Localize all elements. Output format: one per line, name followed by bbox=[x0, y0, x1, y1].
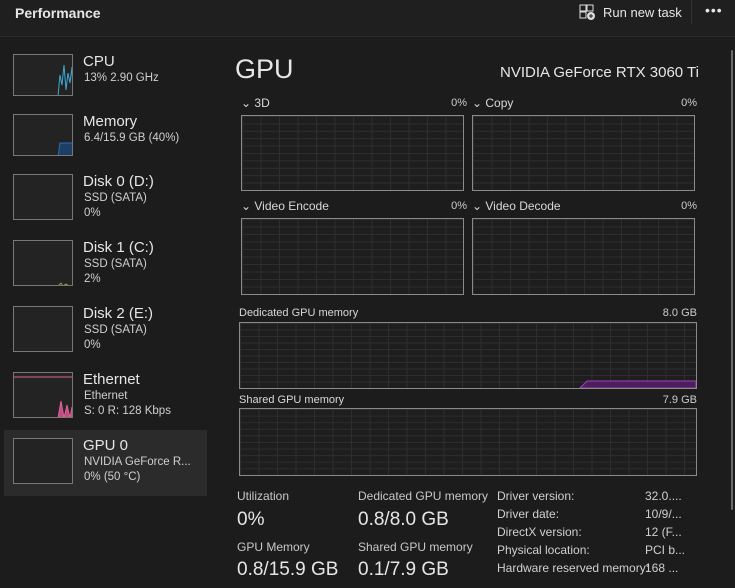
item-name: Ethernet bbox=[83, 371, 140, 388]
sidebar-item-gpu-0[interactable]: GPU 0 NVIDIA GeForce R... 0% (50 °C) bbox=[4, 430, 207, 496]
ethernet-thumbnail-graph bbox=[13, 372, 73, 418]
gpu-thumbnail-graph bbox=[13, 438, 73, 484]
directx-version-label: DirectX version: bbox=[497, 525, 582, 539]
engine-video-decode-graph bbox=[472, 218, 695, 295]
shared-memory-stat-label: Shared GPU memory bbox=[358, 540, 473, 554]
more-options-button[interactable]: ••• bbox=[705, 2, 723, 18]
sidebar-item-memory[interactable]: Memory 6.4/15.9 GB (40%) bbox=[4, 113, 207, 180]
utilization-value: 0% bbox=[237, 509, 265, 530]
divider bbox=[691, 0, 692, 24]
engine-video-decode-selector[interactable]: ⌄ Video Decode bbox=[472, 199, 561, 213]
sidebar-item-disk-0[interactable]: Disk 0 (D:) SSD (SATA) 0% bbox=[4, 173, 207, 240]
sidebar-item-cpu[interactable]: CPU 13% 2.90 GHz bbox=[4, 53, 207, 120]
physical-location-value: PCI b... bbox=[645, 543, 686, 557]
run-new-task-button[interactable]: Run new task bbox=[579, 4, 682, 20]
reserved-memory-value: 168 ... bbox=[645, 561, 679, 575]
dedicated-memory-label: Dedicated GPU memory bbox=[239, 307, 359, 319]
item-name: Disk 0 (D:) bbox=[83, 173, 154, 190]
item-value: 0% bbox=[84, 339, 101, 351]
engine-copy-selector[interactable]: ⌄ Copy bbox=[472, 96, 513, 110]
title-bar: Performance Run new task ••• bbox=[0, 0, 735, 37]
item-detail: NVIDIA GeForce R... bbox=[84, 456, 191, 468]
disk-thumbnail-graph bbox=[13, 306, 73, 352]
shared-memory-max: 7.9 GB bbox=[662, 394, 697, 406]
dedicated-memory-graph bbox=[239, 322, 697, 389]
dedicated-memory-max: 8.0 GB bbox=[662, 307, 697, 319]
gpu-memory-value: 0.8/15.9 GB bbox=[237, 559, 339, 580]
item-name: Disk 2 (E:) bbox=[83, 305, 154, 322]
engine-video-encode-graph bbox=[241, 218, 464, 295]
item-detail: 13% 2.90 GHz bbox=[84, 72, 159, 84]
scrollbar[interactable] bbox=[731, 50, 733, 510]
engine-video-encode-pct: 0% bbox=[451, 200, 467, 212]
engine-copy-pct: 0% bbox=[681, 97, 697, 109]
sidebar-item-disk-2[interactable]: Disk 2 (E:) SSD (SATA) 0% bbox=[4, 305, 207, 372]
item-detail: SSD (SATA) bbox=[84, 192, 147, 204]
gpu-panel: GPU NVIDIA GeForce RTX 3060 Ti ⌄ 3D 0% ⌄… bbox=[215, 38, 735, 588]
memory-thumbnail-graph bbox=[13, 114, 73, 156]
shared-memory-label: Shared GPU memory bbox=[239, 394, 345, 406]
gpu-model: NVIDIA GeForce RTX 3060 Ti bbox=[500, 64, 699, 81]
driver-version-label: Driver version: bbox=[497, 489, 575, 503]
reserved-memory-label: Hardware reserved memory: bbox=[497, 561, 650, 575]
item-value: 0% (50 °C) bbox=[84, 471, 141, 483]
engine-video-encode-selector[interactable]: ⌄ Video Encode bbox=[241, 199, 329, 213]
shared-memory-stat-value: 0.1/7.9 GB bbox=[358, 559, 449, 580]
dedicated-memory-stat-value: 0.8/8.0 GB bbox=[358, 509, 449, 530]
driver-date-value: 10/9/... bbox=[645, 507, 682, 521]
physical-location-label: Physical location: bbox=[497, 543, 590, 557]
sidebar-item-disk-1[interactable]: Disk 1 (C:) SSD (SATA) 2% bbox=[4, 239, 207, 306]
item-name: CPU bbox=[83, 53, 115, 70]
disk-thumbnail-graph bbox=[13, 240, 73, 286]
gpu-title: GPU bbox=[235, 54, 294, 84]
sidebar-item-ethernet[interactable]: Ethernet Ethernet S: 0 R: 128 Kbps bbox=[4, 371, 207, 438]
shared-memory-graph bbox=[239, 408, 697, 476]
engine-video-decode-pct: 0% bbox=[681, 200, 697, 212]
sidebar: CPU 13% 2.90 GHz Memory 6.4/15.9 GB (40%… bbox=[0, 38, 215, 588]
disk-thumbnail-graph bbox=[13, 174, 73, 220]
engine-3d-graph bbox=[241, 115, 464, 191]
engine-copy-graph bbox=[472, 115, 695, 191]
item-value: 0% bbox=[84, 207, 101, 219]
item-value: S: 0 R: 128 Kbps bbox=[84, 405, 171, 417]
item-detail: SSD (SATA) bbox=[84, 324, 147, 336]
dedicated-memory-stat-label: Dedicated GPU memory bbox=[358, 489, 489, 503]
item-name: GPU 0 bbox=[83, 437, 129, 454]
utilization-label: Utilization bbox=[237, 489, 290, 503]
run-task-icon bbox=[579, 4, 595, 20]
item-name: Memory bbox=[83, 113, 138, 130]
item-value: 2% bbox=[84, 273, 101, 285]
item-detail: SSD (SATA) bbox=[84, 258, 147, 270]
driver-date-label: Driver date: bbox=[497, 507, 560, 521]
engine-3d-pct: 0% bbox=[451, 97, 467, 109]
gpu-memory-label: GPU Memory bbox=[237, 540, 310, 554]
directx-version-value: 12 (F... bbox=[645, 525, 682, 539]
cpu-thumbnail-graph bbox=[13, 54, 73, 96]
page-title: Performance bbox=[15, 5, 101, 21]
run-new-task-label: Run new task bbox=[603, 4, 682, 20]
item-detail: Ethernet bbox=[84, 390, 128, 402]
driver-version-value: 32.0.... bbox=[645, 489, 682, 503]
item-detail: 6.4/15.9 GB (40%) bbox=[84, 132, 180, 144]
item-name: Disk 1 (C:) bbox=[83, 239, 154, 256]
engine-3d-selector[interactable]: ⌄ 3D bbox=[241, 96, 270, 110]
